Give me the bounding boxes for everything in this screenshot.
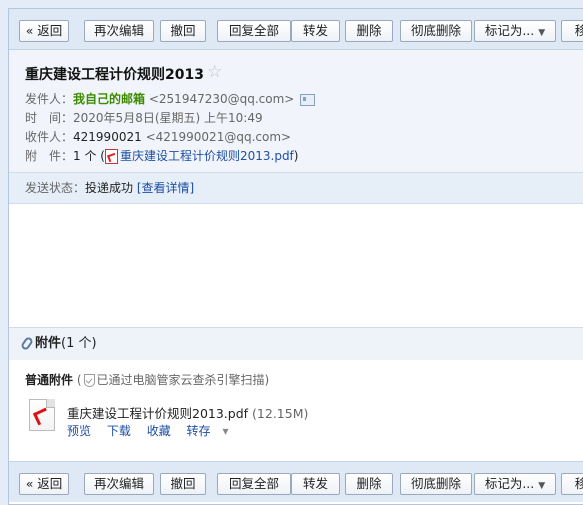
attachment-count: 1 个 ( [73, 149, 105, 163]
delivery-status-bar: 发送状态：投递成功 [查看详情] [9, 172, 583, 204]
save-to-label: 转存 [186, 424, 211, 438]
mark-as-dropdown[interactable]: 标记为... ▼ [474, 20, 556, 42]
attachment-file-name[interactable]: 重庆建设工程计价规则2013.pdf [67, 406, 248, 421]
attachment-link[interactable]: 重庆建设工程计价规则2013.pdf [120, 149, 294, 163]
mail-header: 重庆建设工程计价规则2013 ☆ 发件人：我自己的邮箱 <251947230@q… [9, 50, 583, 172]
re-edit-button[interactable]: 再次编辑 [84, 473, 154, 495]
attachment-file-row: 重庆建设工程计价规则2013.pdf (12.15M) [67, 403, 308, 422]
mail-read-frame: « 返回 再次编辑 撤回 回复全部 转发 删除 彻底删除 标记为...▼ 移 重… [8, 8, 583, 505]
recall-button[interactable]: 撤回 [160, 20, 206, 42]
sender-name[interactable]: 我自己的邮箱 [73, 92, 145, 106]
attachment-row: 附 件：1 个 ( 重庆建设工程计价规则2013.pdf) [25, 147, 298, 165]
move-button[interactable]: 移 [561, 473, 583, 495]
sender-label: 发件人： [25, 92, 74, 106]
status-value: 投递成功 [85, 181, 134, 195]
delete-button[interactable]: 删除 [345, 473, 393, 495]
time-label: 时 间： [25, 111, 74, 125]
sender-row: 发件人：我自己的邮箱 <251947230@qq.com> [25, 90, 316, 108]
back-button[interactable]: « 返回 [19, 20, 69, 42]
mark-as-dropdown[interactable]: 标记为... ▼ [474, 473, 556, 495]
scan-status: 已通过电脑管家云查杀引擎扫描 [96, 373, 265, 387]
delete-forever-button[interactable]: 彻底删除 [400, 20, 472, 42]
shield-icon [83, 374, 95, 387]
attachment-actions: 预览 下载 收藏 转存 ▾ [67, 422, 253, 439]
bottom-toolbar: « 返回 再次编辑 撤回 回复全部 转发 删除 彻底删除 标记为...▼ 移 [9, 461, 583, 502]
recipient-row: 收件人：421990021 <421990021@qq.com> [25, 128, 291, 146]
contact-card-icon[interactable] [300, 93, 316, 106]
view-details-link[interactable]: [查看详情] [137, 181, 194, 195]
sender-email: <251947230@qq.com> [148, 92, 295, 106]
attachment-type-row: 普通附件 ( 已通过电脑管家云查杀引擎扫描) [25, 371, 269, 388]
download-link[interactable]: 下载 [107, 424, 131, 438]
top-toolbar: « 返回 再次编辑 撤回 回复全部 转发 删除 彻底删除 标记为...▼ 移 [9, 9, 583, 50]
attachments-count: (1 个) [61, 336, 97, 351]
pdf-icon[interactable] [29, 399, 55, 431]
chevron-down-icon: ▼ [538, 28, 546, 38]
attachment-file-size: (12.15M) [252, 406, 309, 421]
delete-forever-button[interactable]: 彻底删除 [400, 473, 472, 495]
forward-button[interactable]: 转发 [291, 473, 340, 495]
attachment-label: 附 件： [25, 149, 74, 163]
reply-all-button[interactable]: 回复全部 [217, 20, 291, 42]
move-button[interactable]: 移 [561, 20, 583, 42]
recall-button[interactable]: 撤回 [160, 473, 206, 495]
scan-open-paren: ( [76, 373, 82, 387]
mail-subject: 重庆建设工程计价规则2013 [25, 67, 204, 83]
paperclip-icon [19, 335, 35, 352]
recipient-email: <421990021@qq.com> [145, 130, 292, 144]
time-value: 2020年5月8日(星期五) 上午10:49 [73, 111, 263, 125]
chevron-down-icon: ▼ [538, 481, 546, 491]
attachment-type-label: 普通附件 [25, 373, 74, 387]
preview-link[interactable]: 预览 [67, 424, 91, 438]
star-icon[interactable]: ☆ [207, 62, 222, 82]
pdf-icon [104, 149, 118, 164]
delete-button[interactable]: 删除 [345, 20, 393, 42]
collect-link[interactable]: 收藏 [147, 424, 171, 438]
mark-as-label: 标记为... [484, 476, 535, 491]
status-label: 发送状态： [25, 181, 86, 195]
scan-close-paren: ) [264, 373, 270, 387]
recipient-name[interactable]: 421990021 [73, 130, 142, 144]
chevron-down-icon: ▾ [222, 424, 229, 438]
attachments-title: 附件 [35, 336, 62, 351]
forward-button[interactable]: 转发 [291, 20, 340, 42]
attachments-header: 附件(1 个) [9, 327, 583, 360]
recipient-label: 收件人： [25, 130, 74, 144]
attachments-section: 附件(1 个) 普通附件 ( 已通过电脑管家云查杀引擎扫描) 重庆建设工程计价规则… [9, 327, 583, 455]
time-row: 时 间：2020年5月8日(星期五) 上午10:49 [25, 109, 263, 127]
attachment-close-paren: ) [293, 149, 299, 163]
reply-all-button[interactable]: 回复全部 [217, 473, 291, 495]
save-to-dropdown[interactable]: 转存 ▾ [187, 424, 241, 438]
back-button[interactable]: « 返回 [19, 473, 69, 495]
mark-as-label: 标记为... [484, 23, 535, 38]
re-edit-button[interactable]: 再次编辑 [84, 20, 154, 42]
